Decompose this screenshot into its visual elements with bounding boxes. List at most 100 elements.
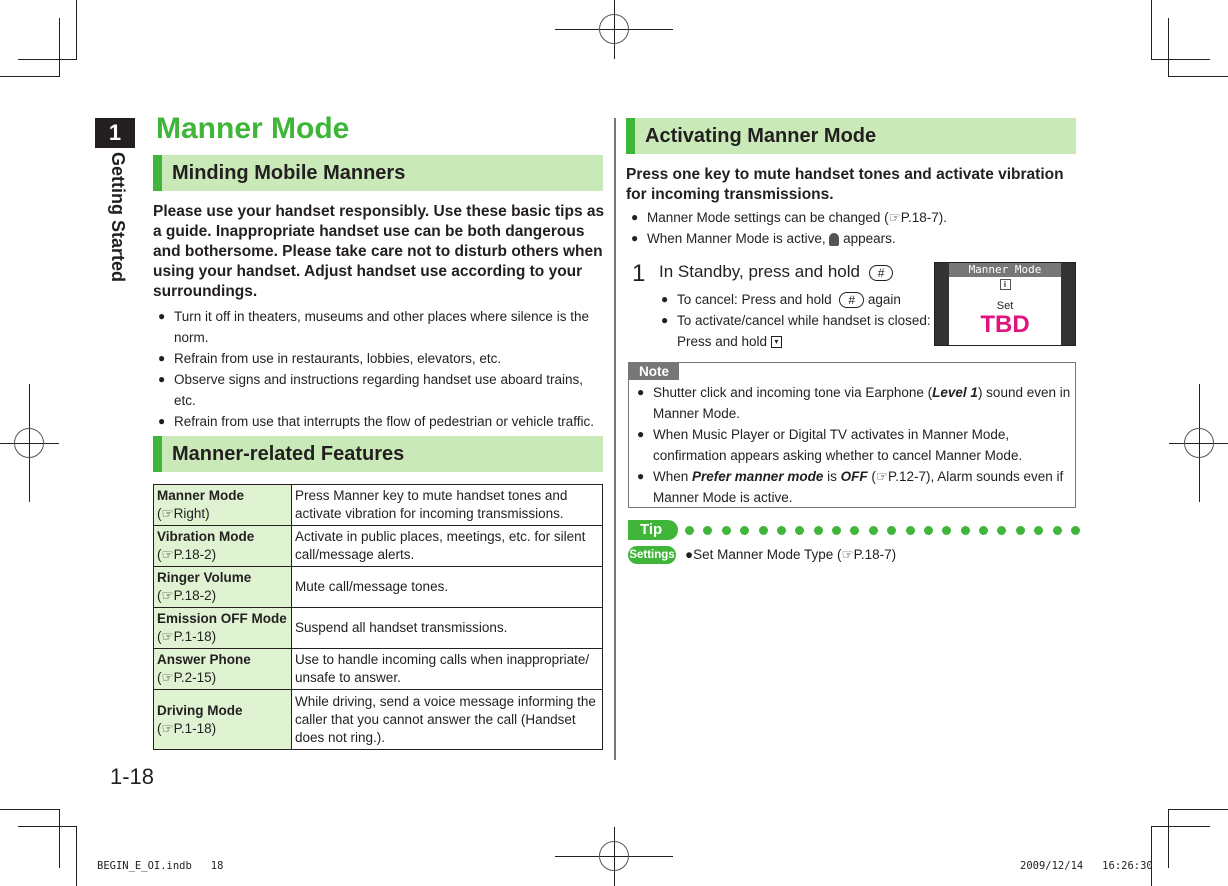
activating-bullet-list: Manner Mode settings can be changed (☞P.… xyxy=(631,207,1076,249)
section-heading-minding-manners: Minding Mobile Manners xyxy=(153,155,603,191)
feature-name: Emission OFF Mode xyxy=(157,611,287,626)
slug-file-info: BEGIN_E_OI.indb 18 xyxy=(97,860,224,872)
handset-screen-image: Manner Mode i Set TBD xyxy=(934,262,1076,346)
note-bullet-list: Shutter click and incoming tone via Earp… xyxy=(637,382,1073,508)
table-row: Answer Phone (☞P.2-15) Use to handle inco… xyxy=(153,648,603,690)
table-row: Manner Mode (☞Right) Press Manner key to … xyxy=(153,484,603,526)
bullet-text: To cancel: Press and hold xyxy=(677,292,832,307)
note-text: is xyxy=(823,469,841,484)
crop-mark xyxy=(1151,826,1152,886)
hash-key-icon: # xyxy=(839,292,865,309)
step-instruction: In Standby, press and hold # xyxy=(659,262,894,282)
crop-mark xyxy=(1168,809,1228,810)
bullet-text: appears. xyxy=(843,231,896,246)
list-item: When Music Player or Digital TV activate… xyxy=(637,424,1073,466)
bullet-text: Press and hold xyxy=(677,334,768,349)
list-item: Observe signs and instructions regarding… xyxy=(158,369,603,411)
hash-key-icon: # xyxy=(868,264,894,281)
step-number: 1 xyxy=(632,260,646,287)
list-item: Shutter click and incoming tone via Earp… xyxy=(637,382,1073,424)
settings-tip-link[interactable]: ●Set Manner Mode Type (☞P.18-7) xyxy=(685,546,896,564)
feature-name: Ringer Volume xyxy=(157,570,252,585)
list-item: Manner Mode settings can be changed (☞P.… xyxy=(631,207,1076,228)
feature-name: Vibration Mode xyxy=(157,529,255,544)
crop-mark xyxy=(1168,18,1169,77)
page-reference-link[interactable]: (☞P.18-2) xyxy=(157,587,288,605)
crop-mark xyxy=(1151,0,1152,60)
list-item: Turn it off in theaters, museums and oth… xyxy=(158,306,603,348)
feature-description: Activate in public places, meetings, etc… xyxy=(291,525,603,567)
registration-circle xyxy=(1184,428,1214,458)
table-row: Emission OFF Mode (☞P.1-18) Suspend all h… xyxy=(153,607,603,649)
list-item: Refrain from use that interrupts the flo… xyxy=(158,411,603,432)
manner-mode-indicator-icon xyxy=(829,232,840,246)
feature-description: Mute call/message tones. xyxy=(291,566,603,608)
page-reference-link[interactable]: (☞P.1-18) xyxy=(157,720,288,738)
registration-circle xyxy=(14,428,44,458)
slug-timestamp: 2009/12/14 16:26:30 xyxy=(1020,860,1153,872)
note-text: Shutter click and incoming tone via Earp… xyxy=(653,385,933,400)
feature-description: While driving, send a voice message info… xyxy=(291,689,603,750)
crop-mark xyxy=(1168,76,1228,77)
crop-mark xyxy=(76,826,77,886)
step-sub-bullets: To cancel: Press and hold # again To act… xyxy=(661,289,931,352)
feature-description: Press Manner key to mute handset tones a… xyxy=(291,484,603,526)
chapter-number: 1 xyxy=(95,118,135,148)
note-emphasis: Prefer manner mode xyxy=(692,469,824,484)
crop-mark xyxy=(0,809,60,810)
feature-description: Suspend all handset transmissions. xyxy=(291,607,603,649)
chapter-label-text: Getting Started xyxy=(108,152,128,283)
section-heading-activating: Activating Manner Mode xyxy=(626,118,1076,154)
page-reference-link[interactable]: (☞Right) xyxy=(157,505,288,523)
section-heading-features: Manner-related Features xyxy=(153,436,603,472)
list-item: To activate/cancel while handset is clos… xyxy=(661,310,931,352)
crop-mark xyxy=(18,59,77,60)
step-text: In Standby, press and hold xyxy=(659,262,860,281)
note-emphasis: Level 1 xyxy=(932,385,978,400)
features-table: Manner Mode (☞Right) Press Manner key to … xyxy=(153,484,603,750)
crop-mark xyxy=(59,18,60,77)
feature-name: Answer Phone xyxy=(157,652,251,667)
crop-mark xyxy=(1151,826,1210,827)
note-text: When xyxy=(653,469,693,484)
settings-badge: Settings xyxy=(628,546,676,564)
list-item: When Manner Mode is active, appears. xyxy=(631,228,1076,249)
bullet-text: When Manner Mode is active, xyxy=(647,231,826,246)
registration-circle xyxy=(599,841,629,871)
activating-lead-text: Press one key to mute handset tones and … xyxy=(626,166,1064,203)
chapter-label: Getting Started xyxy=(100,152,130,282)
column-divider xyxy=(614,118,616,760)
page-reference-link[interactable]: (☞P.2-15) xyxy=(157,669,288,687)
crop-mark xyxy=(59,809,60,868)
crop-mark xyxy=(18,826,77,827)
crop-mark xyxy=(0,76,60,77)
page-reference-link[interactable]: (☞P.18-2) xyxy=(157,546,288,564)
side-key-icon: ▾ xyxy=(770,336,782,349)
note-emphasis: OFF xyxy=(840,469,868,484)
list-item: To cancel: Press and hold # again xyxy=(661,289,931,310)
registration-circle xyxy=(599,14,629,44)
manners-lead-text: Please use your handset responsibly. Use… xyxy=(153,203,605,300)
bullet-text: To activate/cancel while handset is clos… xyxy=(677,313,931,328)
page-number: 1-18 xyxy=(110,764,155,789)
page-reference-link[interactable]: (☞P.1-18) xyxy=(157,628,288,646)
info-icon: i xyxy=(999,279,1011,290)
note-box: Note Shutter click and incoming tone via… xyxy=(628,362,1076,508)
table-row: Driving Mode (☞P.1-18) While driving, sen… xyxy=(153,689,603,750)
page-title: Manner Mode xyxy=(156,112,350,145)
list-item: Refrain from use in restaurants, lobbies… xyxy=(158,348,603,369)
table-row: Vibration Mode (☞P.18-2) Activate in publ… xyxy=(153,525,603,567)
manners-bullet-list: Turn it off in theaters, museums and oth… xyxy=(158,306,603,432)
tip-dotted-rule xyxy=(685,521,1080,539)
bullet-text: again xyxy=(867,292,901,307)
crop-mark xyxy=(1168,809,1169,868)
list-item: When Prefer manner mode is OFF (☞P.12-7)… xyxy=(637,466,1073,508)
crop-mark xyxy=(76,0,77,60)
table-row: Ringer Volume (☞P.18-2) Mute call/message… xyxy=(153,566,603,608)
note-label: Note xyxy=(629,363,679,380)
feature-name: Manner Mode xyxy=(157,488,245,503)
screen-title: Manner Mode xyxy=(949,263,1061,277)
crop-mark xyxy=(1151,59,1210,60)
tip-label: Tip xyxy=(628,520,678,540)
tbd-overlay: TBD xyxy=(980,311,1030,338)
